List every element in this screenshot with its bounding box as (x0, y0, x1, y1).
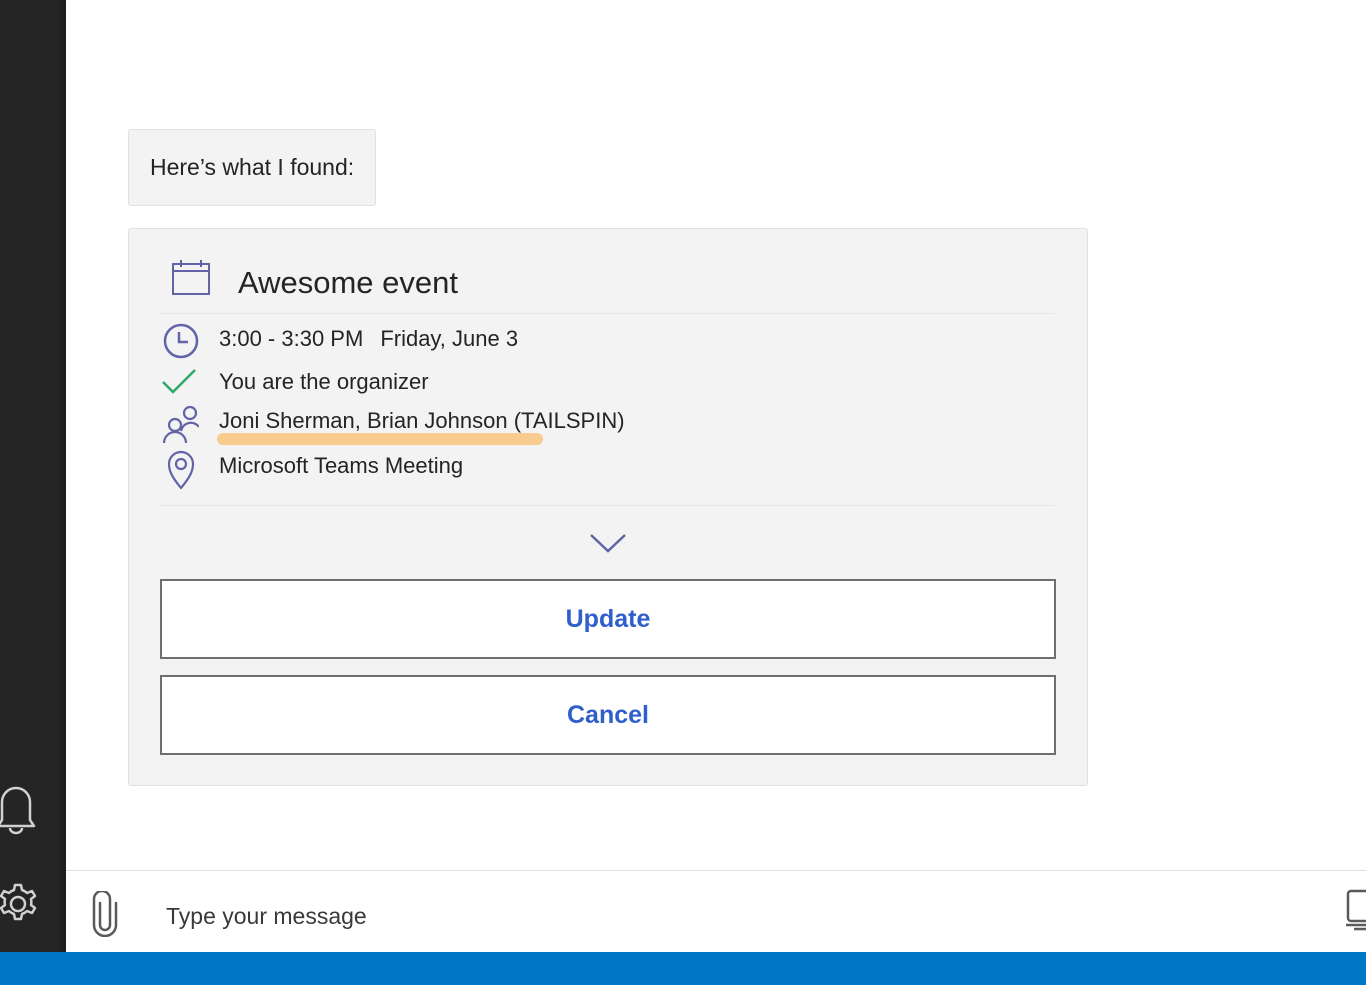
bell-icon[interactable] (0, 780, 38, 841)
event-attendees-row: Joni Sherman, Brian Johnson (TAILSPIN) (159, 405, 1039, 444)
left-rail (0, 0, 66, 952)
message-composer (66, 870, 1366, 952)
event-card: Awesome event 3:00 - 3:30 PM Friday, June… (128, 228, 1088, 786)
event-date: Friday, June 3 (380, 326, 519, 351)
divider (159, 505, 1055, 506)
message-input[interactable] (164, 895, 1268, 937)
app-window: Here’s what I found: Awesome event 3:00 … (0, 0, 1366, 985)
calendar-icon (171, 259, 211, 302)
event-time: 3:00 - 3:30 PM (219, 326, 364, 351)
people-icon (159, 405, 203, 445)
gear-icon[interactable] (0, 876, 42, 937)
divider (159, 313, 1055, 314)
attendees-text: Joni Sherman, Brian Johnson (TAILSPIN) (219, 408, 625, 433)
cancel-button[interactable]: Cancel (160, 675, 1056, 755)
event-location-row: Microsoft Teams Meeting (159, 450, 1039, 490)
device-icon[interactable] (1344, 889, 1366, 940)
cancel-button-label: Cancel (567, 700, 649, 729)
event-card-header: Awesome event (171, 259, 1051, 305)
location-text: Microsoft Teams Meeting (219, 453, 464, 478)
clock-icon (159, 323, 203, 363)
event-time-row: 3:00 - 3:30 PM Friday, June 3 (159, 323, 1039, 359)
bot-message-text: Here’s what I found: (150, 154, 355, 180)
chevron-down-icon[interactable] (588, 531, 628, 557)
status-bar (0, 952, 1366, 985)
event-organizer-row: You are the organizer (159, 366, 1039, 402)
update-button[interactable]: Update (160, 579, 1056, 659)
location-pin-icon (159, 450, 203, 490)
bot-message-bubble: Here’s what I found: (128, 129, 377, 206)
update-button-label: Update (565, 604, 651, 633)
chat-transcript: Here’s what I found: Awesome event 3:00 … (66, 0, 1366, 870)
organizer-text: You are the organizer (219, 369, 429, 394)
event-title: Awesome event (238, 265, 458, 300)
paperclip-icon[interactable] (92, 889, 118, 942)
checkmark-icon (159, 366, 203, 406)
